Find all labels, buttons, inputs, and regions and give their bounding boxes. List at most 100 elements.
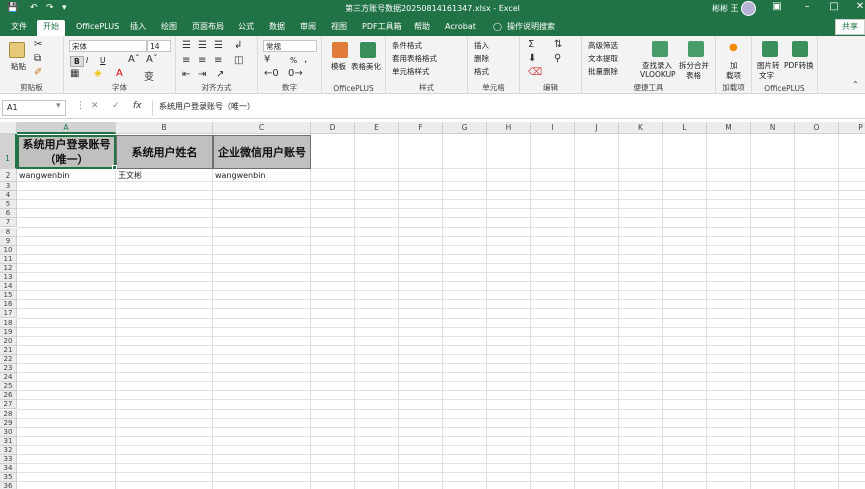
column-header-F[interactable]: F — [399, 122, 443, 134]
column-header-O[interactable]: O — [795, 122, 839, 134]
row-header-22[interactable]: 22 — [0, 354, 17, 364]
row-header-7[interactable]: 7 — [0, 218, 17, 228]
column-header-E[interactable]: E — [355, 122, 399, 134]
align-right-icon[interactable]: ≡ — [214, 55, 222, 66]
formula-input[interactable]: 系统用户登录账号（唯一） — [152, 100, 865, 116]
align-middle-icon[interactable]: ☰ — [198, 40, 207, 51]
orientation-icon[interactable]: ↗ — [216, 69, 224, 80]
format-painter-icon[interactable]: ✐ — [34, 67, 42, 78]
template-button[interactable]: 模板 — [331, 61, 346, 72]
cell-A2[interactable]: wangwenbin — [17, 170, 116, 182]
select-all-corner[interactable] — [0, 122, 17, 134]
batch-delete-button[interactable]: 批量删除 — [588, 66, 618, 77]
row-header-36[interactable]: 36 — [0, 482, 17, 489]
wrap-text-icon[interactable]: ↲ — [234, 40, 242, 51]
row-header-3[interactable]: 3 — [0, 182, 17, 192]
currency-icon[interactable]: ¥ — [264, 54, 270, 65]
paste-button[interactable]: 粘贴 — [11, 61, 26, 72]
row-header-25[interactable]: 25 — [0, 382, 17, 392]
row-header-19[interactable]: 19 — [0, 327, 17, 337]
worksheet-grid[interactable]: A B C D E F G H I J K L M N O P 1 2 3 4 5 6 7 8 9 10 11 12 13 14 15 16 1… — [0, 122, 865, 489]
row-header-24[interactable]: 24 — [0, 373, 17, 383]
template-icon[interactable] — [332, 42, 348, 58]
vlookup-icon[interactable] — [652, 41, 668, 57]
tab-insert[interactable]: 插入 — [124, 20, 152, 36]
cell-B2[interactable]: 王文彬 — [116, 170, 213, 182]
split-merge-label-2[interactable]: 表格 — [686, 70, 701, 81]
row-header-34[interactable]: 34 — [0, 464, 17, 474]
row-header-35[interactable]: 35 — [0, 473, 17, 483]
row-header-20[interactable]: 20 — [0, 336, 17, 346]
column-header-G[interactable]: G — [443, 122, 487, 134]
column-header-P[interactable]: P — [839, 122, 865, 134]
column-header-I[interactable]: I — [531, 122, 575, 134]
merge-center-icon[interactable]: ◫ — [234, 55, 243, 66]
maximize-icon[interactable]: □ — [824, 1, 844, 12]
row-header-4[interactable]: 4 — [0, 191, 17, 201]
column-header-M[interactable]: M — [707, 122, 751, 134]
column-header-K[interactable]: K — [619, 122, 663, 134]
row-header-15[interactable]: 15 — [0, 291, 17, 301]
align-center-icon[interactable]: ≡ — [198, 55, 206, 66]
percent-button[interactable]: % — [290, 56, 297, 65]
sort-filter-icon[interactable]: ⇅ — [554, 39, 562, 50]
row-header-16[interactable]: 16 — [0, 300, 17, 310]
tab-file[interactable]: 文件 — [5, 20, 33, 36]
column-header-A[interactable]: A — [17, 122, 116, 134]
fill-color-icon[interactable]: ◈ — [94, 68, 102, 79]
bold-button[interactable]: B — [70, 56, 84, 67]
split-merge-icon[interactable] — [688, 41, 704, 57]
tab-draw[interactable]: 绘图 — [155, 20, 183, 36]
font-color-icon[interactable]: A — [116, 68, 123, 79]
name-box-dropdown-icon[interactable]: ▾ — [56, 101, 61, 111]
tell-me-search[interactable]: 操作说明搜索 — [501, 20, 561, 36]
shrink-font-icon[interactable]: Aˇ — [146, 54, 158, 65]
header-cell-B[interactable]: 系统用户姓名 — [116, 135, 213, 169]
row-header-21[interactable]: 21 — [0, 345, 17, 355]
tab-formulas[interactable]: 公式 — [232, 20, 260, 36]
row-header-30[interactable]: 30 — [0, 427, 17, 437]
copy-icon[interactable]: ⧉ — [34, 53, 41, 64]
row-header-29[interactable]: 29 — [0, 418, 17, 428]
tab-page-layout[interactable]: 页面布局 — [186, 20, 230, 36]
fill-handle[interactable] — [112, 165, 117, 170]
increase-decimal-icon[interactable]: ←0 — [264, 68, 279, 79]
row-header-13[interactable]: 13 — [0, 273, 17, 283]
row-header-26[interactable]: 26 — [0, 391, 17, 401]
advanced-filter-button[interactable]: 高级筛选 — [588, 40, 618, 51]
row-header-32[interactable]: 32 — [0, 445, 17, 455]
row-header-9[interactable]: 9 — [0, 236, 17, 246]
addin-icon[interactable]: ● — [729, 42, 738, 53]
insert-cells-button[interactable]: 插入 — [474, 40, 489, 51]
insert-function-icon[interactable]: fx — [133, 101, 142, 111]
align-top-icon[interactable]: ☰ — [182, 40, 191, 51]
minimize-icon[interactable]: – — [797, 1, 817, 12]
decrease-decimal-icon[interactable]: 0→ — [288, 68, 303, 79]
pdf-convert-icon[interactable] — [792, 41, 808, 57]
number-format-select[interactable]: 常规 — [263, 40, 317, 52]
find-select-icon[interactable]: ⚲ — [554, 53, 561, 64]
row-header-8[interactable]: 8 — [0, 227, 17, 237]
paste-icon[interactable] — [9, 42, 25, 58]
tab-pdf-tools[interactable]: PDF工具箱 — [356, 20, 408, 36]
user-name[interactable]: 彬彬 王 — [712, 3, 739, 14]
align-bottom-icon[interactable]: ☰ — [214, 40, 223, 51]
pdf-convert-button[interactable]: PDF转换 — [784, 60, 814, 71]
row-header-33[interactable]: 33 — [0, 455, 17, 465]
column-header-L[interactable]: L — [663, 122, 707, 134]
conditional-format-button[interactable]: 条件格式 — [392, 40, 422, 51]
column-header-J[interactable]: J — [575, 122, 619, 134]
tab-data[interactable]: 数据 — [263, 20, 291, 36]
enter-icon[interactable]: ✓ — [112, 101, 120, 111]
column-header-B[interactable]: B — [116, 122, 213, 134]
autosum-icon[interactable]: Σ — [528, 39, 534, 50]
avatar[interactable] — [741, 1, 756, 16]
row-header-23[interactable]: 23 — [0, 364, 17, 374]
row-header-10[interactable]: 10 — [0, 245, 17, 255]
format-cells-button[interactable]: 格式 — [474, 66, 489, 77]
clear-icon[interactable]: ⌫ — [528, 67, 542, 78]
ribbon-display-icon[interactable]: ▣ — [767, 1, 787, 12]
decrease-indent-icon[interactable]: ⇤ — [182, 69, 190, 80]
collapse-ribbon-icon[interactable]: ⌃ — [852, 80, 859, 89]
row-header-17[interactable]: 17 — [0, 309, 17, 319]
